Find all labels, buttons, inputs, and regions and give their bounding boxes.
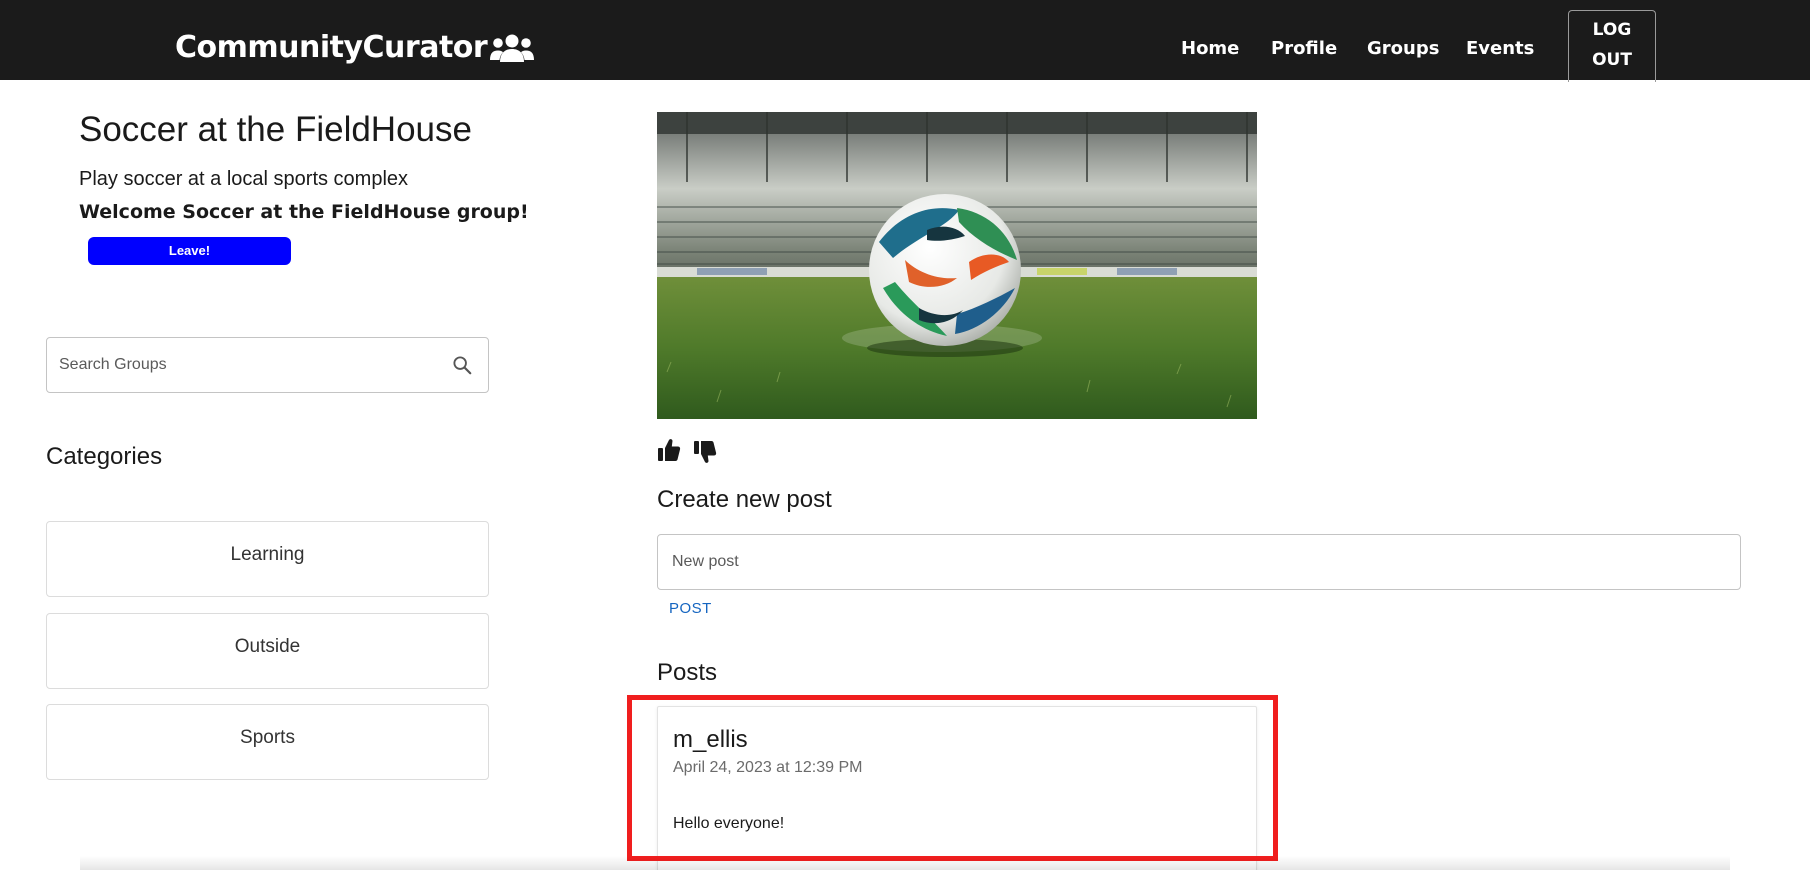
logout-button[interactable]: LOG OUT bbox=[1568, 10, 1656, 82]
nav-profile[interactable]: Profile bbox=[1271, 38, 1337, 59]
users-icon bbox=[490, 34, 535, 62]
search-icon[interactable] bbox=[451, 354, 473, 376]
thumbs-down-icon[interactable] bbox=[693, 439, 717, 465]
category-label: Sports bbox=[240, 727, 295, 748]
create-post-heading: Create new post bbox=[657, 486, 832, 513]
group-cover-image bbox=[657, 112, 1257, 419]
new-post-field bbox=[657, 534, 1741, 590]
page: CommunityCurator Home Profile Groups Eve… bbox=[0, 0, 1810, 870]
group-title: Soccer at the FieldHouse bbox=[79, 110, 472, 149]
nav-groups[interactable]: Groups bbox=[1367, 38, 1439, 59]
category-sports[interactable]: Sports bbox=[46, 704, 489, 780]
post-timestamp: April 24, 2023 at 12:39 PM bbox=[673, 759, 863, 776]
category-label: Learning bbox=[230, 544, 305, 565]
post-author[interactable]: m_ellis bbox=[673, 726, 748, 754]
logout-label-line1: LOG bbox=[1592, 20, 1632, 40]
submit-post-button[interactable]: POST bbox=[669, 600, 712, 617]
group-description: Play soccer at a local sports complex bbox=[79, 168, 409, 190]
brand-logo[interactable]: CommunityCurator bbox=[175, 30, 535, 65]
search-groups-field bbox=[46, 337, 489, 393]
thumbs-up-icon[interactable] bbox=[657, 437, 681, 463]
category-learning[interactable]: Learning bbox=[46, 521, 489, 597]
navbar: CommunityCurator Home Profile Groups Eve… bbox=[0, 0, 1810, 82]
nav-events[interactable]: Events bbox=[1466, 38, 1534, 59]
brand-name: CommunityCurator bbox=[175, 30, 488, 65]
post-body: Hello everyone! bbox=[673, 815, 785, 832]
category-outside[interactable]: Outside bbox=[46, 613, 489, 689]
category-label: Outside bbox=[234, 636, 301, 657]
group-welcome-message: Welcome Soccer at the FieldHouse group! bbox=[79, 201, 529, 223]
nav-home[interactable]: Home bbox=[1181, 38, 1239, 59]
new-post-input[interactable] bbox=[672, 535, 1722, 589]
logout-label-line2: OUT bbox=[1592, 50, 1632, 70]
categories-heading: Categories bbox=[46, 443, 163, 470]
search-input[interactable] bbox=[59, 338, 439, 392]
posts-heading: Posts bbox=[657, 659, 718, 686]
leave-group-button[interactable]: Leave! bbox=[88, 237, 291, 265]
